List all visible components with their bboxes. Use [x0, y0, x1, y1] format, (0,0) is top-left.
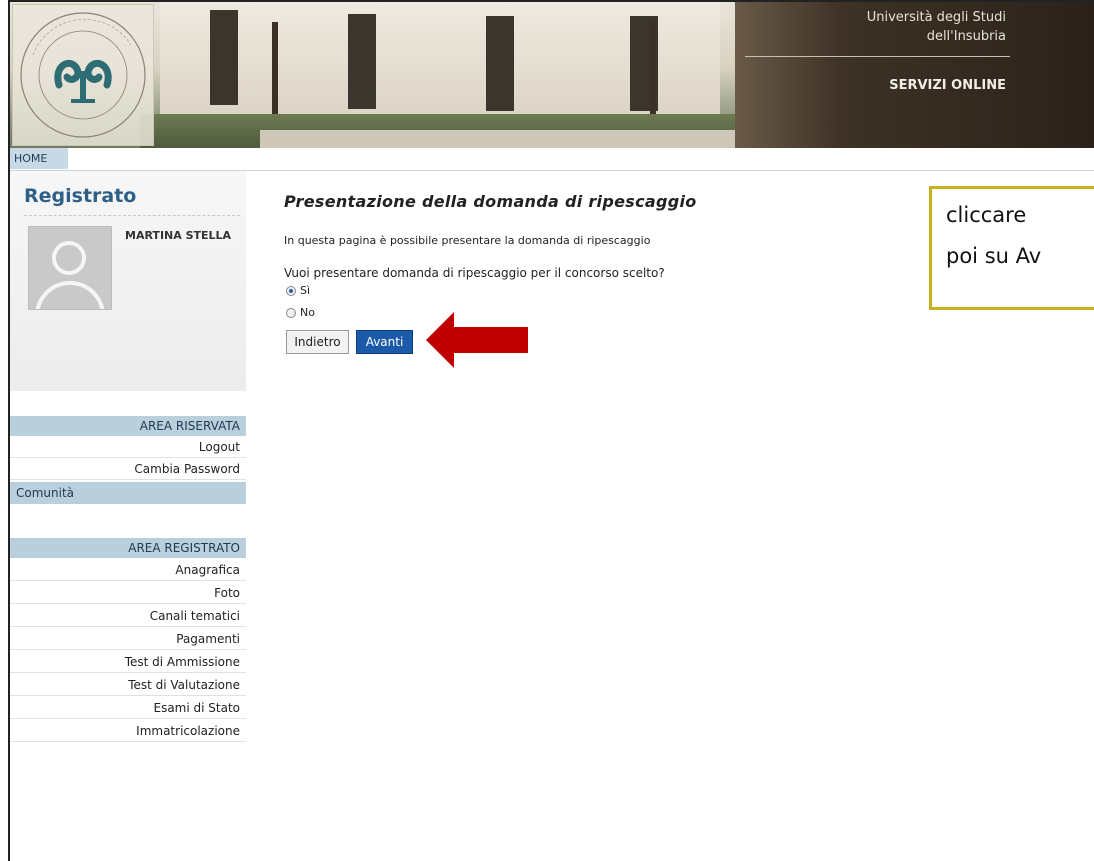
person-body-icon [35, 281, 105, 309]
sidebar: Registrato MARTINA STELLA AREA RISERVATA… [10, 171, 246, 861]
sidebar-item-immatricolazione[interactable]: Immatricolazione [10, 721, 246, 742]
sidebar-item-anagrafica[interactable]: Anagrafica [10, 560, 246, 581]
option-no-label: No [300, 306, 315, 319]
sidebar-title: Registrato [24, 185, 137, 207]
sidebar-item-test-ammissione[interactable]: Test di Ammissione [10, 652, 246, 673]
sidebar-item-cambia-password[interactable]: Cambia Password [10, 459, 246, 480]
option-si[interactable]: Sì [286, 284, 310, 297]
option-no[interactable]: No [286, 306, 315, 319]
person-head-icon [52, 241, 86, 275]
sidebar-item-logout[interactable]: Logout [10, 437, 246, 458]
site-header: Università degli Studi dell'Insubria SER… [10, 2, 1094, 148]
sidebar-item-esami-di-stato[interactable]: Esami di Stato [10, 698, 246, 719]
instruction-callout: cliccare poi su Av [929, 186, 1094, 310]
area-registrato-heading: AREA REGISTRATO [10, 538, 246, 558]
option-si-label: Sì [300, 284, 311, 297]
radio-si[interactable] [286, 285, 296, 296]
user-name: MARTINA STELLA [125, 229, 232, 242]
sidebar-item-canali-tematici[interactable]: Canali tematici [10, 606, 246, 627]
sidebar-item-comunita[interactable]: Comunità [10, 482, 246, 504]
divider [24, 215, 240, 216]
avatar [28, 226, 112, 310]
header-divider [745, 56, 1010, 57]
university-name-line1: Università degli Studi [866, 10, 1006, 25]
intro-text: In questa pagina è possibile presentare … [284, 234, 651, 247]
callout-line2: poi su Av [946, 244, 1042, 268]
university-name-line2: dell'Insubria [926, 29, 1006, 44]
page-title: Presentazione della domanda di ripescagg… [284, 192, 697, 211]
university-logo[interactable] [12, 4, 154, 146]
red-arrow-icon [426, 312, 528, 368]
seal-icon [20, 12, 146, 138]
sidebar-item-pagamenti[interactable]: Pagamenti [10, 629, 246, 650]
area-riservata-heading: AREA RISERVATA [10, 416, 246, 436]
back-button[interactable]: Indietro [286, 330, 349, 354]
services-label: SERVIZI ONLINE [889, 78, 1006, 93]
home-tab[interactable]: HOME [10, 148, 68, 169]
question-text: Vuoi presentare domanda di ripescaggio p… [284, 266, 665, 280]
sidebar-item-foto[interactable]: Foto [10, 583, 246, 604]
radio-no[interactable] [286, 307, 296, 318]
university-name[interactable]: Università degli Studi dell'Insubria [867, 8, 1006, 46]
callout-line1: cliccare [946, 203, 1027, 227]
sidebar-item-test-valutazione[interactable]: Test di Valutazione [10, 675, 246, 696]
next-button[interactable]: Avanti [356, 330, 413, 354]
user-box: Registrato MARTINA STELLA [10, 171, 246, 391]
top-navigation: HOME [10, 148, 1094, 171]
